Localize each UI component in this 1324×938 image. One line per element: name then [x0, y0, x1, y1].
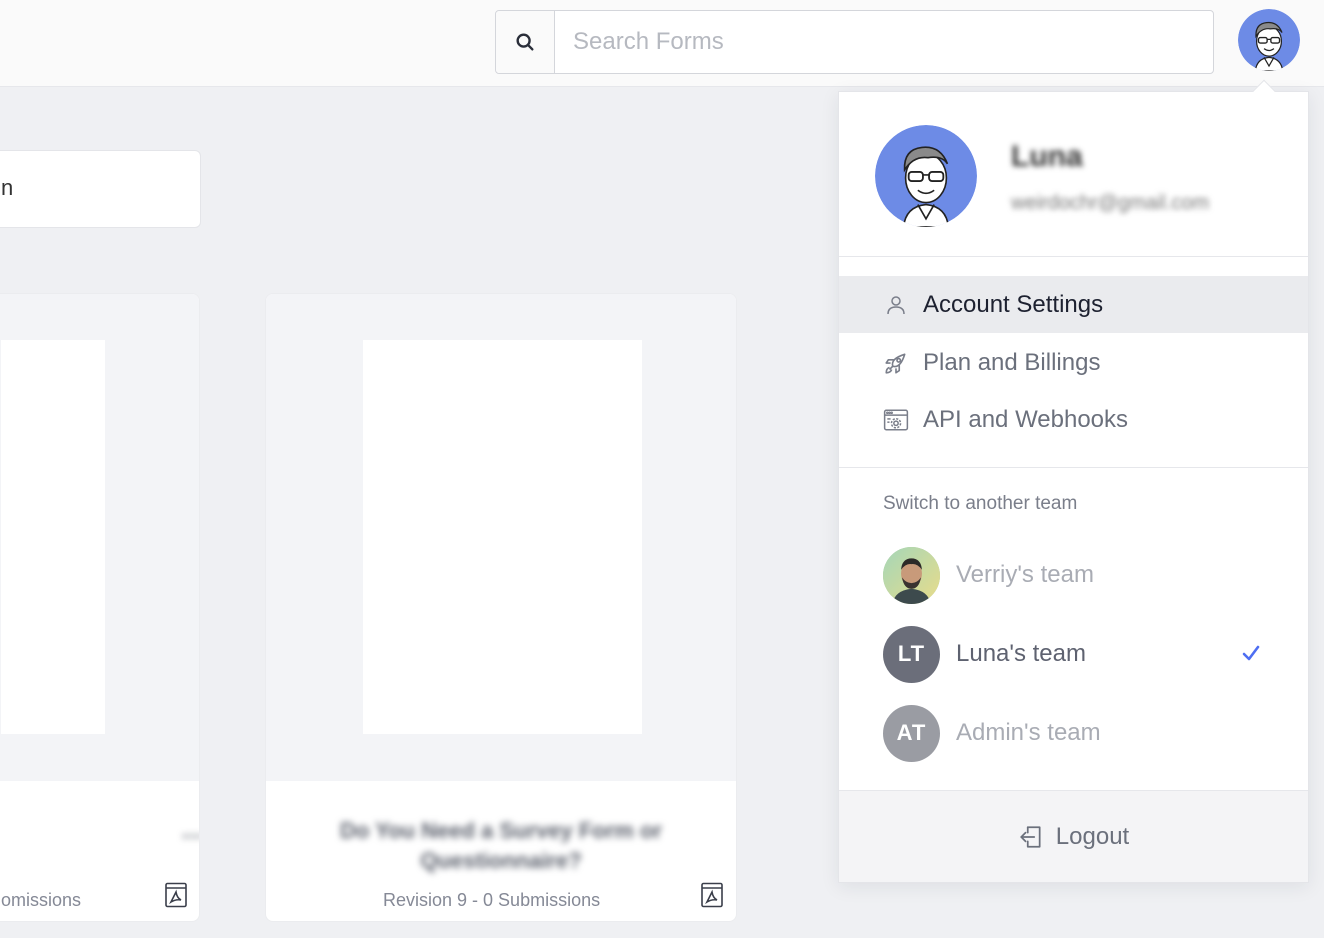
team-name: Luna's team	[956, 640, 1086, 667]
pdf-icon[interactable]	[164, 882, 188, 908]
avatar-icon	[875, 125, 977, 227]
form-card-title: Do You Need a Survey Form or Questionnai…	[340, 818, 662, 873]
search-button[interactable]	[496, 11, 555, 73]
person-photo-icon	[883, 546, 940, 604]
search-icon	[516, 33, 534, 51]
menu-item-label: API and Webhooks	[923, 405, 1129, 433]
logout-label: Logout	[1055, 822, 1130, 850]
form-search-card-text: n	[1, 175, 14, 200]
form-card[interactable]: … omissions	[0, 293, 200, 922]
rocket-icon	[881, 348, 911, 378]
team-item-luna[interactable]: LT Luna's team	[883, 625, 1263, 683]
form-card[interactable]: Do You Need a Survey Form or Questionnai…	[265, 293, 737, 922]
user-avatar-button[interactable]	[1238, 9, 1300, 71]
logout-icon	[1020, 825, 1041, 848]
team-item-verriy[interactable]: Verriy's team	[883, 546, 1263, 604]
menu-item-label: Account Settings	[923, 290, 1104, 318]
team-name: Verriy's team	[956, 561, 1094, 588]
menu-item-account-settings[interactable]: Account Settings	[839, 276, 1308, 333]
profile-summary: Luna weirdochr@gmail.com	[839, 92, 1308, 257]
user-icon	[881, 290, 911, 320]
profile-email: weirdochr@gmail.com	[1011, 192, 1210, 214]
team-name: Admin's team	[956, 719, 1101, 746]
logout-button[interactable]: Logout	[839, 790, 1308, 882]
team-avatar: AT	[883, 704, 940, 762]
team-avatar: LT	[883, 625, 940, 683]
form-card-meta: omissions	[1, 890, 82, 910]
profile-avatar	[875, 125, 977, 227]
switch-team-heading: Switch to another team	[883, 493, 1078, 514]
menu-divider	[839, 467, 1308, 468]
menu-item-api-and-webhooks[interactable]: API and Webhooks	[839, 391, 1308, 448]
team-item-admin[interactable]: AT Admin's team	[883, 704, 1263, 762]
form-preview-page	[1, 340, 105, 734]
form-card-meta: Revision 9 - 0 Submissions	[383, 890, 601, 910]
menu-item-label: Plan and Billings	[923, 348, 1101, 376]
form-preview-page	[363, 340, 642, 734]
search-input[interactable]	[555, 11, 1213, 73]
profile-name: Luna	[1011, 140, 1083, 173]
team-avatar	[883, 546, 940, 604]
form-card-title: …	[0, 816, 199, 846]
pdf-icon[interactable]	[700, 882, 724, 908]
browser-settings-icon	[881, 405, 911, 435]
top-bar	[0, 0, 1324, 87]
form-preview	[0, 294, 199, 781]
checkmark-icon	[1242, 645, 1260, 661]
menu-item-plan-and-billings[interactable]: Plan and Billings	[839, 334, 1308, 391]
form-preview	[266, 294, 736, 781]
search-box	[495, 10, 1214, 74]
form-search-card[interactable]: n	[0, 150, 201, 228]
user-dropdown-menu: Luna weirdochr@gmail.com Account Setting…	[838, 91, 1309, 883]
avatar-icon	[1238, 9, 1300, 71]
